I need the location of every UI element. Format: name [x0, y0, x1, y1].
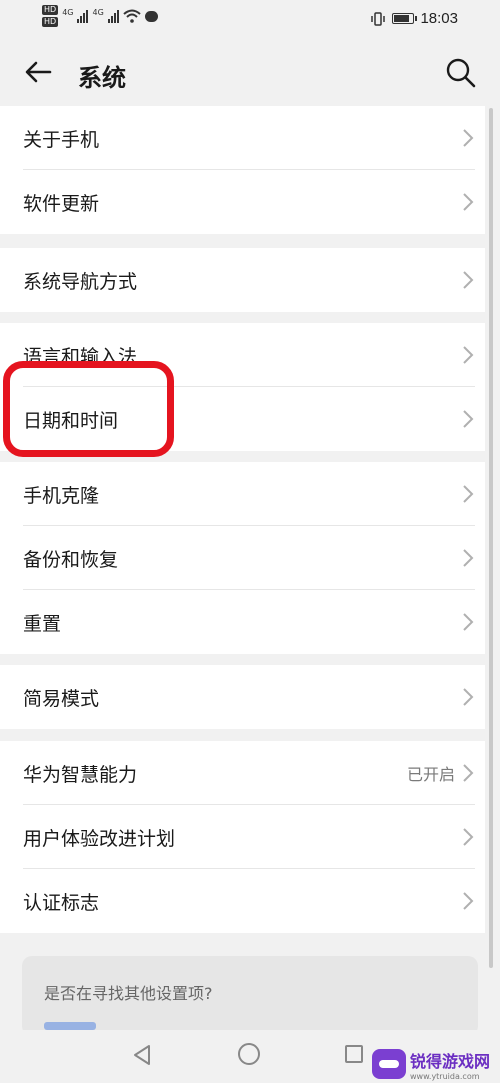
nav-home-icon[interactable] — [238, 1043, 260, 1065]
status-right: 18:03 — [370, 10, 458, 27]
chevron-right-icon — [463, 410, 474, 428]
settings-item-huawei-intelligence[interactable]: 华为智慧能力 已开启 — [0, 741, 485, 805]
item-label: 用户体验改进计划 — [23, 827, 176, 850]
item-label: 备份和恢复 — [23, 548, 119, 571]
network-type-1: 4G — [62, 7, 74, 17]
highlight-annotation — [3, 361, 174, 457]
clock: 18:03 — [420, 10, 458, 27]
watermark-url: www.ytruida.com — [410, 1071, 480, 1081]
hd-badge-2: HD — [42, 17, 59, 27]
watermark-name: 锐得游戏网 — [410, 1051, 491, 1071]
watermark: 锐得游戏网 www.ytruida.com — [372, 1046, 496, 1082]
chevron-right-icon — [463, 688, 474, 706]
search-icon[interactable] — [444, 56, 478, 90]
suggestion-question: 是否在寻找其他设置项? — [44, 984, 213, 1003]
nav-recents-icon[interactable] — [345, 1045, 363, 1063]
settings-item-simple-mode[interactable]: 简易模式 — [0, 665, 485, 729]
wifi-icon — [123, 9, 141, 23]
chevron-right-icon — [463, 346, 474, 364]
settings-item-reset[interactable]: 重置 — [0, 590, 485, 654]
settings-item-navigation[interactable]: 系统导航方式 — [0, 248, 485, 312]
item-label: 手机克隆 — [23, 484, 100, 507]
settings-item-phone-clone[interactable]: 手机克隆 — [0, 462, 485, 526]
settings-item-user-experience[interactable]: 用户体验改进计划 — [0, 805, 485, 869]
back-arrow-icon[interactable] — [20, 54, 56, 90]
nav-back-icon[interactable] — [131, 1043, 153, 1067]
vibrate-icon — [371, 11, 386, 26]
status-left: HD HD 4G 4G — [42, 5, 158, 27]
chevron-right-icon — [463, 271, 474, 289]
settings-group-huawei: 华为智慧能力 已开启 用户体验改进计划 认证标志 — [0, 741, 485, 933]
network-type-2: 4G — [92, 7, 104, 17]
settings-group-navigation: 系统导航方式 — [0, 248, 485, 312]
settings-item-backup-restore[interactable]: 备份和恢复 — [0, 526, 485, 590]
chevron-right-icon — [463, 193, 474, 211]
suggestion-link-peek[interactable] — [44, 1022, 96, 1030]
settings-item-certification[interactable]: 认证标志 — [0, 869, 485, 933]
settings-item-about-phone[interactable]: 关于手机 — [0, 106, 485, 170]
item-label: 认证标志 — [23, 891, 100, 914]
scrollbar[interactable] — [489, 108, 493, 968]
chevron-right-icon — [463, 549, 474, 567]
hd-indicators: HD HD — [42, 5, 59, 27]
chevron-right-icon — [463, 828, 474, 846]
settings-group-simple-mode: 简易模式 — [0, 665, 485, 729]
message-icon — [144, 10, 158, 22]
app-header: 系统 — [0, 40, 500, 106]
settings-item-software-update[interactable]: 软件更新 — [0, 170, 485, 234]
page-title: 系统 — [78, 64, 126, 92]
battery-icon — [392, 13, 418, 24]
chevron-right-icon — [463, 485, 474, 503]
item-label: 软件更新 — [23, 192, 100, 215]
signal-icon-2 — [107, 9, 119, 23]
chevron-right-icon — [463, 613, 474, 631]
settings-group-about: 关于手机 软件更新 — [0, 106, 485, 234]
item-label: 重置 — [23, 612, 62, 635]
signal-icon-1 — [77, 9, 89, 23]
settings-group-backup: 手机克隆 备份和恢复 重置 — [0, 462, 485, 654]
hd-badge-1: HD — [42, 5, 59, 15]
status-bar: HD HD 4G 4G 18:03 — [0, 0, 500, 40]
chevron-right-icon — [463, 764, 474, 782]
chevron-right-icon — [463, 892, 474, 910]
chevron-right-icon — [463, 129, 474, 147]
item-label: 系统导航方式 — [23, 270, 138, 293]
item-label: 华为智慧能力 — [23, 763, 138, 786]
item-label: 简易模式 — [23, 687, 100, 710]
gamepad-logo-icon — [372, 1049, 406, 1079]
suggestion-card[interactable]: 是否在寻找其他设置项? — [22, 956, 478, 1036]
status-text: 已开启 — [406, 765, 455, 784]
item-label: 关于手机 — [23, 128, 100, 151]
